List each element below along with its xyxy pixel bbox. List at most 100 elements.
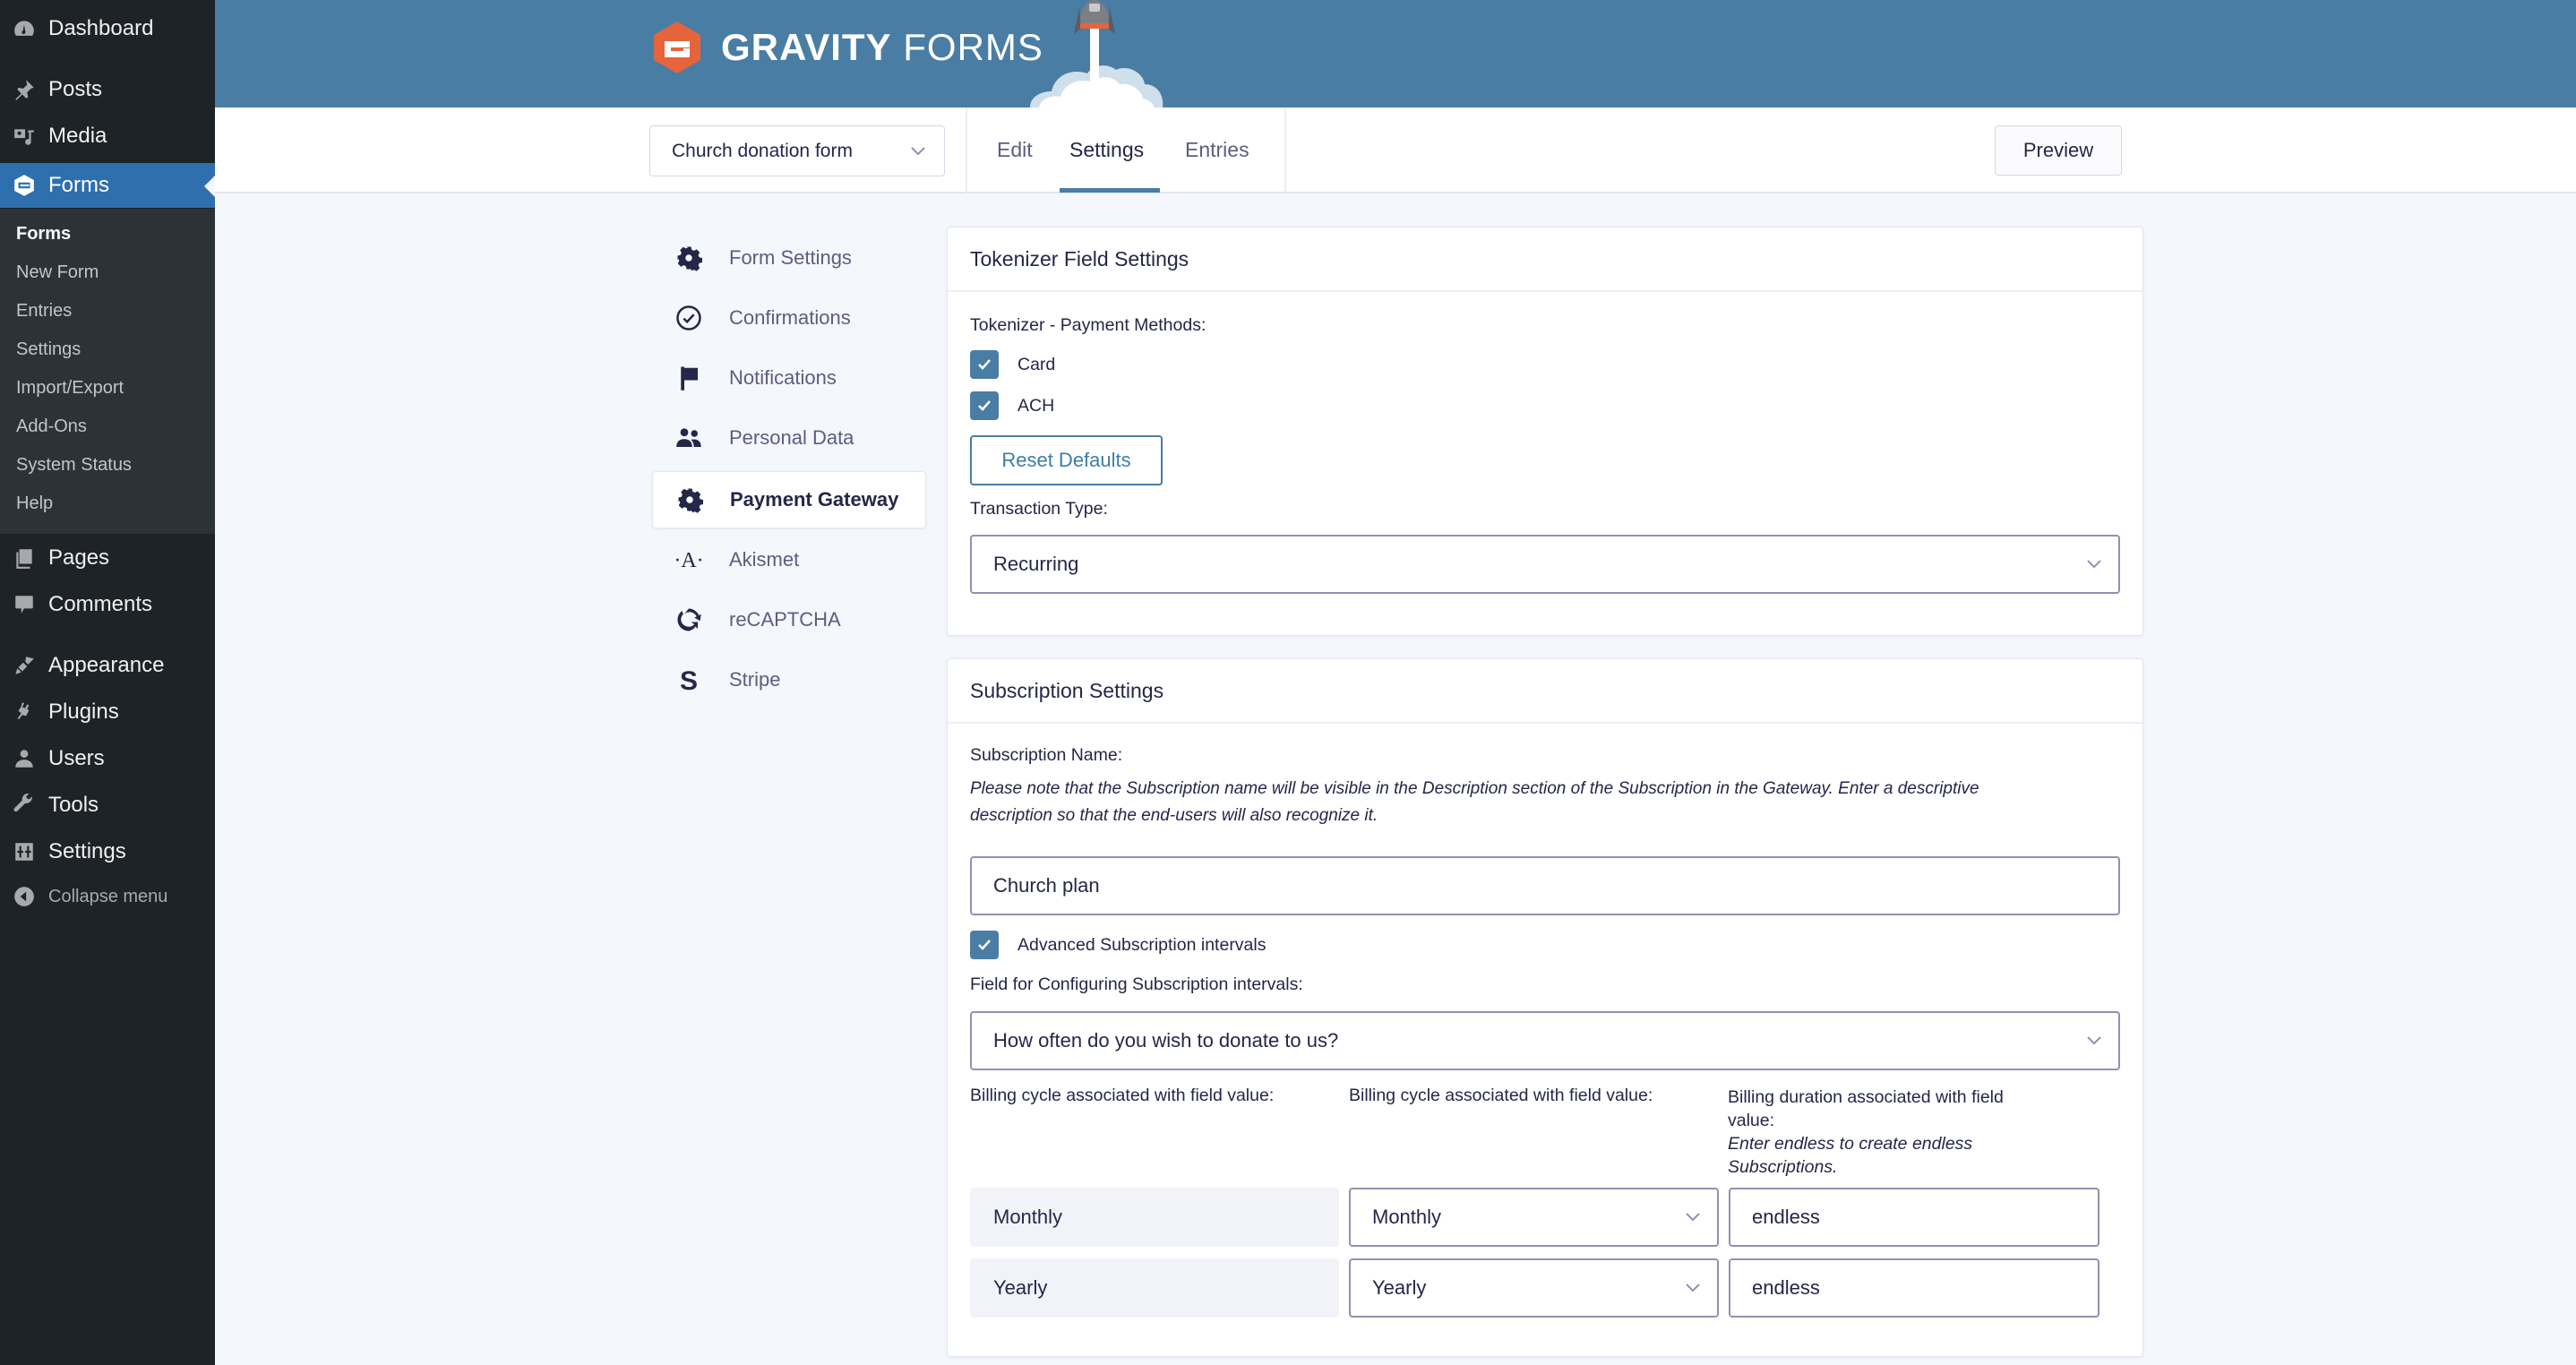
wp-menu-label: Forms	[48, 173, 109, 197]
gear-icon	[673, 486, 707, 513]
interval-row-field-value: Monthly	[970, 1188, 1339, 1247]
settings-nav-form-settings[interactable]: Form Settings	[652, 229, 926, 287]
wp-admin-sidebar: Dashboard Posts Media Forms Forms New Fo…	[0, 0, 215, 1365]
form-toolbar	[215, 107, 2576, 193]
settings-nav-label: Form Settings	[729, 246, 852, 269]
advanced-intervals-label: Advanced Subscription intervals	[1018, 935, 1267, 955]
chevron-down-icon	[2087, 1036, 2101, 1045]
people-icon	[672, 425, 706, 451]
transaction-type-select[interactable]: Recurring	[970, 535, 2120, 594]
wp-menu-label: Plugins	[48, 700, 119, 724]
pin-icon	[0, 78, 48, 101]
column-header-billing-cycle: Billing cycle associated with field valu…	[1349, 1086, 1653, 1105]
pages-icon	[0, 546, 48, 570]
wp-menu-appearance[interactable]: Appearance	[0, 642, 215, 689]
gravity-forms-hex-icon	[654, 21, 700, 73]
forms-submenu: Forms New Form Entries Settings Import/E…	[0, 209, 215, 534]
preview-button[interactable]: Preview	[1995, 125, 2122, 176]
tab-settings[interactable]: Settings	[1069, 138, 1144, 162]
wp-menu-comments[interactable]: Comments	[0, 581, 215, 628]
wp-menu-label: Media	[48, 124, 107, 148]
interval-row-duration-input[interactable]: endless	[1729, 1258, 2099, 1318]
wp-menu-posts[interactable]: Posts	[0, 66, 215, 113]
settings-nav-payment-gateway[interactable]: Payment Gateway	[652, 471, 926, 528]
submenu-settings[interactable]: Settings	[16, 339, 81, 360]
duration-value: endless	[1752, 1206, 1820, 1228]
checkmark-icon	[978, 400, 991, 411]
ach-checkbox-label: ACH	[1018, 396, 1055, 416]
wp-menu-label: Settings	[48, 839, 126, 863]
settings-nav-stripe[interactable]: S Stripe	[652, 651, 926, 708]
wp-menu-users[interactable]: Users	[0, 735, 215, 782]
submenu-entries[interactable]: Entries	[16, 301, 72, 322]
media-icon	[0, 124, 48, 148]
recaptcha-icon	[672, 606, 706, 633]
wp-menu-label: Comments	[48, 592, 153, 616]
subscription-name-input[interactable]: Church plan	[970, 856, 2120, 915]
card-checkbox-label: Card	[1018, 355, 1056, 374]
advanced-intervals-checkbox[interactable]	[970, 931, 999, 959]
brush-icon	[0, 654, 48, 677]
interval-row-billing-cycle-select[interactable]: Monthly	[1349, 1188, 1719, 1247]
card-checkbox[interactable]	[970, 350, 999, 379]
submenu-import-export[interactable]: Import/Export	[16, 378, 124, 399]
collapse-arrow-icon	[0, 885, 48, 908]
rocket-illustration	[1030, 0, 1163, 107]
toolbar-divider	[966, 107, 967, 193]
submenu-system-status[interactable]: System Status	[16, 455, 132, 476]
wp-menu-label: Appearance	[48, 653, 165, 677]
submenu-help[interactable]: Help	[16, 494, 53, 514]
subscription-name-label: Subscription Name:	[970, 745, 1123, 765]
stripe-icon: S	[672, 666, 706, 693]
reset-defaults-button[interactable]: Reset Defaults	[970, 435, 1163, 485]
settings-nav-label: reCAPTCHA	[729, 608, 841, 631]
collapse-menu-button[interactable]: Collapse menu	[0, 873, 215, 920]
wp-menu-forms[interactable]: Forms	[0, 163, 215, 208]
submenu-add-ons[interactable]: Add-Ons	[16, 416, 87, 437]
settings-nav-personal-data[interactable]: Personal Data	[652, 409, 926, 467]
interval-row-duration-input[interactable]: endless	[1729, 1188, 2099, 1247]
wp-menu-label: Pages	[48, 545, 110, 570]
checkmark-icon	[978, 940, 991, 950]
wp-menu-media[interactable]: Media	[0, 113, 215, 159]
tab-edit[interactable]: Edit	[997, 138, 1033, 162]
settings-nav-notifications[interactable]: Notifications	[652, 349, 926, 407]
interval-row-billing-cycle-select[interactable]: Yearly	[1349, 1258, 1719, 1318]
transaction-type-value: Recurring	[993, 553, 1079, 575]
plug-icon	[0, 700, 48, 724]
column-header-field-value: Billing cycle associated with field valu…	[970, 1086, 1275, 1105]
svg-text:S: S	[680, 666, 698, 693]
settings-nav-label: Personal Data	[729, 426, 854, 449]
settings-nav-label: Notifications	[729, 366, 837, 389]
wp-menu-dashboard[interactable]: Dashboard	[0, 5, 215, 52]
brand-name: GRAVITY FORMS	[721, 26, 1043, 68]
settings-nav-confirmations[interactable]: Confirmations	[652, 289, 926, 347]
tab-entries[interactable]: Entries	[1185, 138, 1249, 162]
settings-nav-label: Akismet	[729, 548, 800, 571]
payment-methods-label: Tokenizer - Payment Methods:	[970, 315, 1206, 335]
wp-menu-plugins[interactable]: Plugins	[0, 689, 215, 735]
settings-nav-akismet[interactable]: ·A· Akismet	[652, 531, 926, 588]
submenu-forms[interactable]: Forms	[16, 224, 71, 245]
settings-nav-label: Confirmations	[729, 306, 851, 329]
wp-menu-label: Tools	[48, 793, 99, 817]
subscription-settings-panel: Subscription Settings Subscription Name:…	[947, 658, 2143, 1357]
wp-menu-settings[interactable]: Settings	[0, 828, 215, 875]
active-tab-indicator	[1060, 188, 1160, 193]
interval-row-field-value: Yearly	[970, 1258, 1339, 1318]
note-line: Please note that the Subscription name w…	[970, 779, 1979, 798]
duration-value: endless	[1752, 1276, 1820, 1299]
form-switcher-select[interactable]: Church donation form	[649, 125, 945, 176]
wp-menu-tools[interactable]: Tools	[0, 782, 215, 828]
submenu-new-form[interactable]: New Form	[16, 262, 99, 283]
comment-icon	[0, 593, 48, 616]
ach-checkbox[interactable]	[970, 391, 999, 420]
check-circle-icon	[672, 305, 706, 331]
settings-nav-recaptcha[interactable]: reCAPTCHA	[652, 591, 926, 648]
wrench-icon	[0, 794, 48, 817]
wp-menu-pages[interactable]: Pages	[0, 535, 215, 581]
interval-field-select[interactable]: How often do you wish to donate to us?	[970, 1011, 2120, 1070]
gravity-forms-icon	[0, 174, 48, 197]
note-line: description so that the end-users will a…	[970, 806, 1378, 825]
interval-field-value: How often do you wish to donate to us?	[993, 1029, 1339, 1052]
